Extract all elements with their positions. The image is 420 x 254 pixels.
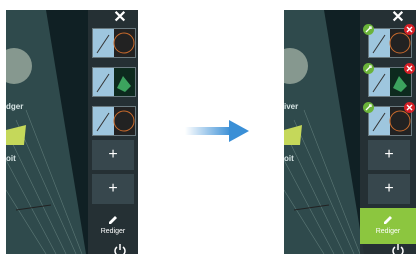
screen-before: dger oit ✕ + + Rediger xyxy=(6,10,138,254)
chart-sonar-split-thumbnail xyxy=(93,68,135,96)
close-icon: ✕ xyxy=(113,10,127,26)
edit-button[interactable]: Rediger xyxy=(92,208,134,244)
favorite-tile[interactable] xyxy=(92,106,136,136)
add-favorite-button[interactable]: + xyxy=(368,140,410,170)
add-favorite-button[interactable]: + xyxy=(368,174,410,204)
edit-button-active[interactable]: Rediger xyxy=(360,208,416,244)
pencil-icon xyxy=(109,216,117,224)
edit-favorite-button[interactable] xyxy=(363,24,374,35)
wrench-icon xyxy=(365,104,372,111)
close-icon: ✕ xyxy=(391,10,405,26)
power-icon xyxy=(114,244,126,254)
screen-after: iver oit ✕ + + Rediger xyxy=(284,10,416,254)
edit-label: Rediger xyxy=(375,228,401,235)
remove-favorite-button[interactable] xyxy=(404,24,415,35)
close-button[interactable]: ✕ xyxy=(108,10,132,26)
side-label: oit xyxy=(6,154,16,163)
edit-favorite-button[interactable] xyxy=(363,63,374,74)
add-favorite-button[interactable]: + xyxy=(92,140,134,170)
power-button[interactable] xyxy=(388,242,408,254)
remove-favorite-button[interactable] xyxy=(404,63,415,74)
side-label: dger xyxy=(6,102,24,111)
edit-label: Rediger xyxy=(100,228,126,235)
x-icon xyxy=(406,104,413,111)
remove-favorite-button[interactable] xyxy=(404,102,415,113)
chart-radar-split-2-thumbnail xyxy=(93,107,135,135)
wrench-icon xyxy=(365,26,372,33)
x-icon xyxy=(406,26,413,33)
x-icon xyxy=(406,65,413,72)
favorites-panel: ✕ + + Rediger xyxy=(360,10,416,254)
edit-favorite-button[interactable] xyxy=(363,102,374,113)
favorites-panel: ✕ + + Rediger xyxy=(88,10,138,254)
wrench-icon xyxy=(365,65,372,72)
favorite-tile[interactable] xyxy=(92,67,136,97)
power-icon xyxy=(392,244,404,254)
favorite-tile[interactable] xyxy=(92,28,136,58)
pencil-icon xyxy=(384,216,392,224)
transition-arrow-icon xyxy=(185,120,249,142)
add-favorite-button[interactable]: + xyxy=(92,174,134,204)
power-button[interactable] xyxy=(110,242,130,254)
chart-radar-split-thumbnail xyxy=(93,29,135,57)
side-label: iver xyxy=(284,102,299,111)
side-label: oit xyxy=(284,154,294,163)
